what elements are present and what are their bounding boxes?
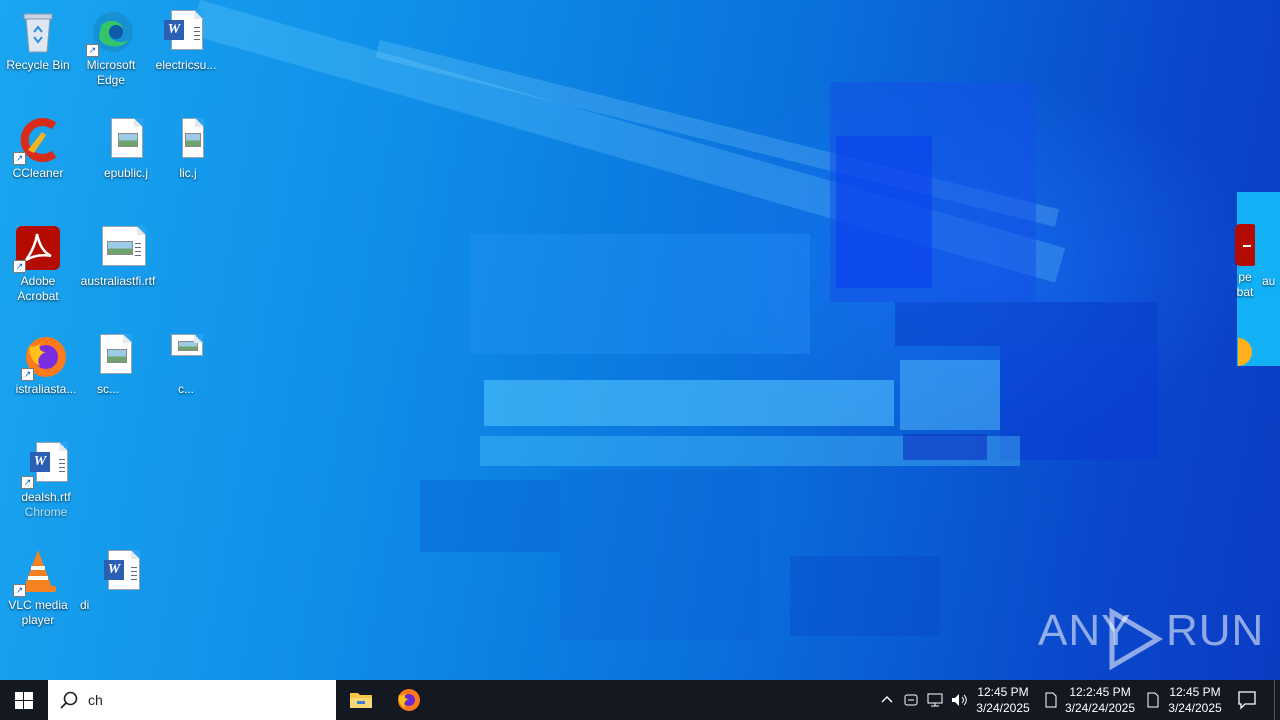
desktop-icon-label: CCleaner — [12, 166, 64, 180]
ccleaner-icon: ↗ — [13, 116, 62, 165]
desktop-icon-label: dealsh.rtf — [21, 490, 71, 504]
volume-icon[interactable] — [950, 691, 968, 709]
start-button[interactable] — [0, 680, 48, 720]
taskbar: ch 12:45 PM 3/24/2025 12:2:45 PM 3/24/24… — [0, 680, 1280, 720]
firefox-icon — [398, 689, 420, 711]
desktop-icon-edge[interactable]: ↗ Microsoft Edge — [73, 8, 149, 88]
image-file-icon — [164, 116, 212, 164]
desktop-icon-label: di — [80, 598, 90, 612]
image-file-icon — [84, 332, 132, 380]
desktop-icon-adobe-acrobat[interactable]: ↗ Adobe Acrobat — [0, 224, 76, 304]
shortcut-arrow-icon: ↗ — [13, 584, 26, 597]
rtf-document-icon — [94, 224, 146, 272]
search-icon — [60, 691, 78, 709]
desktop-icon-label: Chrome — [24, 505, 68, 519]
wallpaper-logo-pane — [484, 380, 894, 426]
file-explorer-icon — [350, 693, 372, 708]
notification-icon[interactable] — [1144, 691, 1162, 709]
adobe-acrobat-icon — [1215, 224, 1257, 268]
taskbar-clock[interactable]: 12:45 PM 3/24/2025 — [1162, 684, 1228, 714]
desktop-icon-label: c... — [177, 382, 194, 396]
word-document-icon: W ↗ — [21, 440, 70, 489]
wallpaper-logo-pane — [900, 360, 1000, 430]
wallpaper-block — [790, 556, 940, 636]
desktop-icon-australiastfi[interactable]: australiastfi.rtf — [78, 224, 158, 289]
desktop-icon-label: electricsu... — [155, 58, 217, 72]
edge-icon: ↗ — [86, 8, 135, 57]
clock-time: 12:45 PM — [977, 685, 1029, 699]
desktop-icon-dealsh[interactable]: W ↗ dealsh.rtf Chrome — [8, 440, 84, 520]
desktop-icon-di[interactable]: W di — [46, 548, 140, 613]
network-icon[interactable] — [926, 691, 944, 709]
desktop-icon-sc[interactable]: sc... — [70, 332, 146, 397]
security-shield-icon[interactable] — [902, 691, 920, 709]
wallpaper-block — [560, 470, 760, 640]
desktop-icon-label: pe — [1238, 270, 1252, 284]
desktop-icon-au-partial[interactable]: au — [1262, 274, 1280, 289]
image-file-icon — [162, 332, 210, 380]
desktop-icon-c[interactable]: c... — [148, 332, 224, 397]
taskbar-firefox[interactable] — [386, 680, 432, 720]
clock-date: 3/24/2025 — [976, 701, 1030, 714]
watermark-text: RUN — [1166, 606, 1265, 655]
clock-date: 3/24/24/2025 — [1064, 701, 1136, 714]
desktop-icon-label: australiastfi.rtf — [80, 274, 156, 288]
wallpaper-block — [420, 480, 560, 552]
show-desktop-button[interactable] — [1274, 680, 1280, 720]
taskbar-clock[interactable]: 12:45 PM 3/24/2025 — [972, 684, 1034, 714]
wallpaper-block — [836, 136, 932, 288]
firefox-icon — [1238, 334, 1252, 366]
shortcut-arrow-icon: ↗ — [21, 368, 34, 381]
desktop-icon-ccleaner[interactable]: ↗ CCleaner — [0, 116, 76, 181]
desktop-icon-recycle-bin[interactable]: Recycle Bin — [0, 8, 76, 73]
taskbar-file-explorer[interactable] — [338, 680, 384, 720]
image-file-icon — [102, 116, 150, 164]
shortcut-arrow-icon: ↗ — [13, 260, 26, 273]
action-center-icon[interactable] — [1236, 690, 1258, 710]
desktop-icon-adobe-partial[interactable]: pe bat — [1210, 224, 1260, 300]
firefox-icon: ↗ — [21, 332, 70, 381]
recycle-bin-icon — [14, 8, 62, 56]
desktop-icon-label: lic.j — [179, 166, 197, 180]
desktop-wallpaper: Recycle Bin ↗ Microsoft Edge W electrics… — [0, 0, 1280, 680]
desktop-icon-label: Recycle Bin — [6, 58, 70, 72]
anyrun-watermark: ANY RUN — [1038, 606, 1263, 676]
wallpaper-block — [895, 302, 1157, 346]
desktop-icon-electricsu[interactable]: W electricsu... — [148, 8, 224, 73]
wallpaper-block — [470, 234, 810, 354]
play-logo-icon — [1109, 608, 1163, 670]
wallpaper-block — [1000, 346, 1158, 460]
desktop-icon-label: Adobe Acrobat — [17, 274, 59, 303]
word-document-icon: W — [162, 8, 210, 56]
show-hidden-icons-chevron-icon[interactable] — [878, 691, 896, 709]
wallpaper-block — [903, 434, 987, 460]
adobe-acrobat-icon: ↗ — [13, 224, 62, 273]
desktop-icon-lic[interactable]: lic.j — [150, 116, 226, 181]
desktop-icon-label: au — [1262, 274, 1276, 288]
desktop-icon-label: bat — [1236, 285, 1254, 299]
search-input[interactable]: ch — [88, 692, 103, 708]
clock-time: 12:45 PM — [1169, 685, 1221, 699]
desktop-icon-label: sc... — [96, 382, 119, 396]
clock-time: 12:2:45 PM — [1069, 685, 1131, 699]
notification-icon[interactable] — [1042, 691, 1060, 709]
shortcut-arrow-icon: ↗ — [21, 476, 34, 489]
shortcut-arrow-icon: ↗ — [13, 152, 26, 165]
word-document-icon: W — [60, 548, 140, 596]
taskbar-clock[interactable]: 12:2:45 PM 3/24/24/2025 — [1062, 684, 1138, 714]
windows-logo-icon — [15, 692, 33, 709]
shortcut-arrow-icon: ↗ — [86, 44, 99, 57]
clock-date: 3/24/2025 — [1168, 701, 1222, 714]
desktop-icon-label: Microsoft Edge — [86, 58, 136, 87]
taskbar-search-box[interactable]: ch — [48, 680, 336, 720]
